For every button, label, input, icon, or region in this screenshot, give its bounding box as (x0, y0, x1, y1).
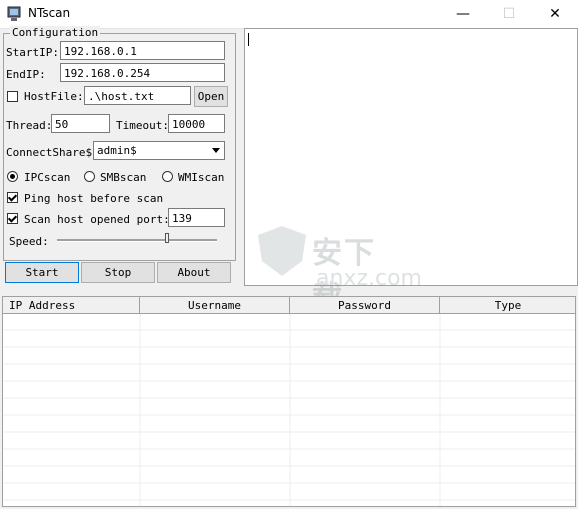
table-gridlines (3, 314, 575, 506)
close-button[interactable]: ✕ (532, 0, 578, 28)
column-header-type[interactable]: Type (440, 297, 575, 314)
stop-button[interactable]: Stop (81, 262, 155, 283)
thread-label: Thread: (6, 119, 53, 132)
end-ip-field[interactable]: 192.168.0.254 (60, 63, 225, 82)
hostfile-field[interactable]: .\host.txt (84, 86, 191, 105)
window-title: NTscan (28, 6, 71, 20)
start-button[interactable]: Start (5, 262, 79, 283)
text-caret (248, 33, 249, 46)
wmiscan-radio[interactable] (162, 171, 173, 182)
column-header-ip[interactable]: IP Address (3, 297, 140, 314)
title-bar: NTscan — ☐ ✕ (0, 0, 578, 29)
config-panel: Configuration StartIP: 192.168.0.1 EndIP… (0, 26, 242, 288)
about-button[interactable]: About (157, 262, 231, 283)
watermark: 安下载 anxz.com (258, 226, 422, 315)
port-field[interactable]: 139 (168, 208, 225, 227)
connect-share-select[interactable]: admin$ (93, 141, 225, 160)
timeout-field[interactable]: 10000 (168, 114, 225, 133)
start-ip-field[interactable]: 192.168.0.1 (60, 41, 225, 60)
hostfile-checkbox[interactable] (7, 91, 18, 102)
shield-icon (258, 226, 306, 276)
watermark-en: anxz.com (316, 266, 422, 291)
start-ip-label: StartIP: (6, 46, 59, 59)
smbscan-label: SMBscan (100, 171, 147, 184)
speed-slider-thumb[interactable] (165, 233, 170, 243)
hostfile-label: HostFile: (24, 90, 84, 103)
end-ip-label: EndIP: (6, 68, 46, 81)
maximize-button[interactable]: ☐ (486, 0, 532, 28)
configuration-legend: Configuration (10, 26, 101, 39)
timeout-label: Timeout: (116, 119, 169, 132)
connect-share-value: admin$ (97, 144, 137, 157)
column-header-password[interactable]: Password (290, 297, 440, 314)
ipcscan-label: IPCscan (24, 171, 71, 184)
app-icon (7, 6, 21, 21)
chevron-down-icon[interactable] (208, 143, 223, 158)
scan-port-label: Scan host opened port: (24, 213, 170, 226)
ping-host-checkbox[interactable] (7, 192, 18, 203)
table-header: IP Address Username Password Type (3, 297, 575, 314)
speed-slider-track[interactable] (57, 239, 217, 242)
speed-label: Speed: (9, 235, 49, 248)
ping-host-label: Ping host before scan (24, 192, 164, 205)
column-header-username[interactable]: Username (140, 297, 290, 314)
connect-share-label: ConnectShare$: (6, 146, 99, 159)
wmiscan-label: WMIscan (178, 171, 225, 184)
minimize-button[interactable]: — (440, 0, 486, 28)
open-button[interactable]: Open (194, 86, 228, 107)
scan-port-checkbox[interactable] (7, 213, 18, 224)
ipcscan-radio[interactable] (7, 171, 18, 182)
smbscan-radio[interactable] (84, 171, 95, 182)
thread-field[interactable]: 50 (51, 114, 110, 133)
results-table[interactable]: IP Address Username Password Type (2, 296, 576, 507)
